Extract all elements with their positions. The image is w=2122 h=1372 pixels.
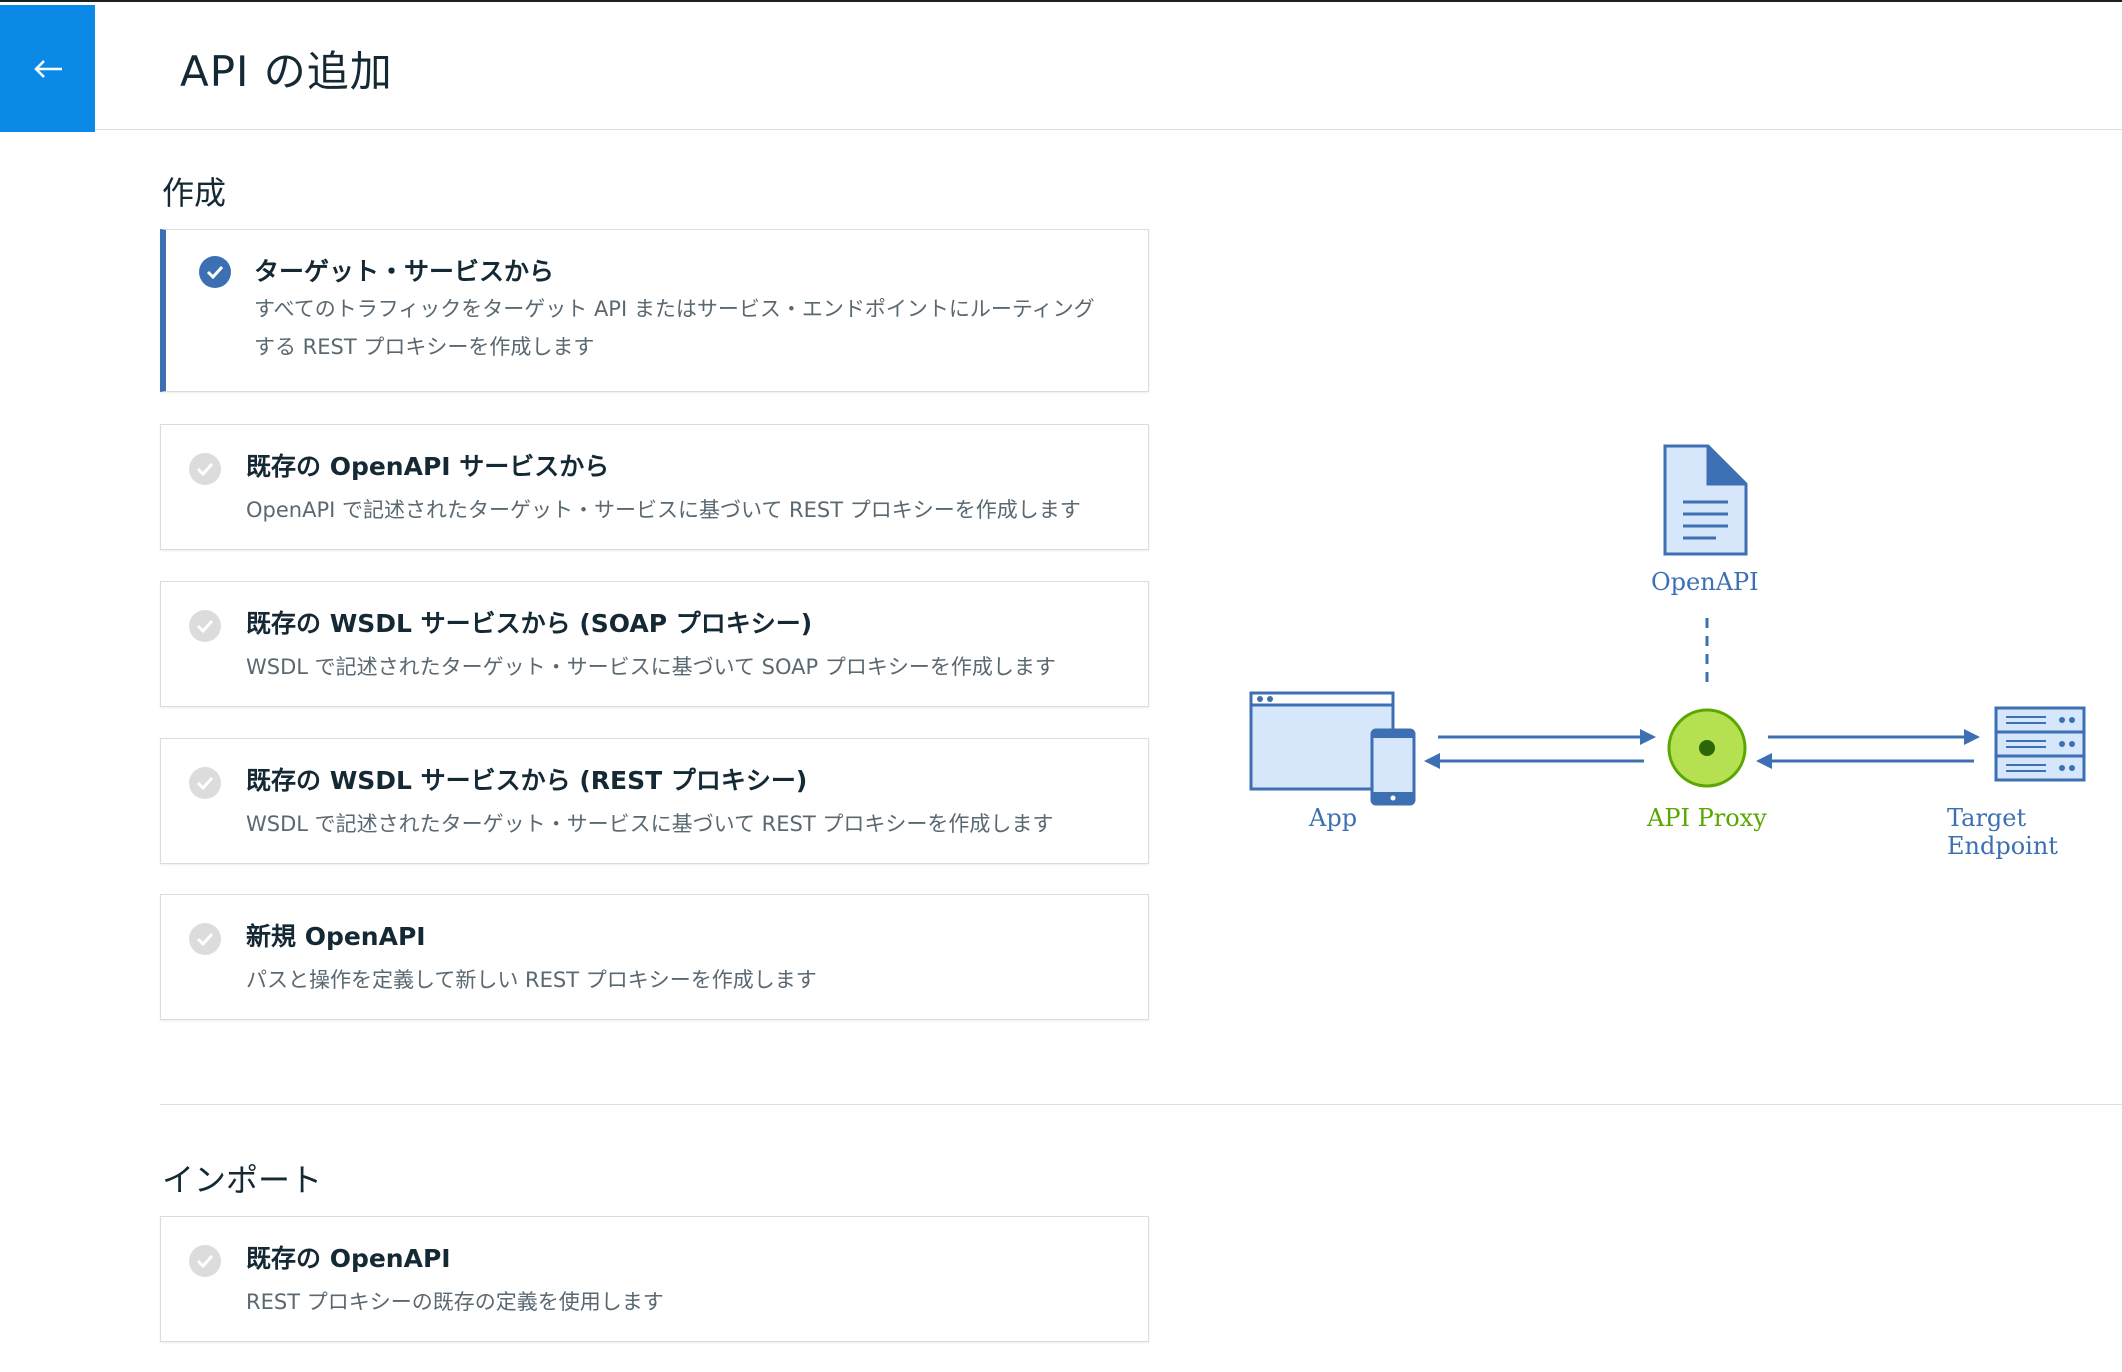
option-description: すべてのトラフィックをターゲット API またはサービス・エンドポイントにルーテ… (254, 297, 1095, 359)
checkmark-icon (189, 767, 221, 799)
option-card-target-service[interactable]: ターゲット・サービスから すべてのトラフィックをターゲット API またはサービ… (160, 229, 1149, 392)
checkmark-icon (189, 923, 221, 955)
document-icon (1663, 444, 1748, 556)
option-description: パスと操作を定義して新しい REST プロキシーを作成します (246, 968, 817, 992)
create-section-title: 作成 (162, 174, 227, 212)
target-endpoint-label: Target Endpoint (1947, 804, 2058, 860)
bidirectional-arrow (1756, 729, 1980, 769)
api-proxy-icon (1667, 708, 1747, 788)
bidirectional-arrow (1424, 729, 1656, 769)
server-icon (1994, 706, 2086, 782)
page-title: API の追加 (180, 47, 393, 96)
option-card-wsdl-rest[interactable]: 既存の WSDL サービスから (REST プロキシー) WSDL で記述された… (160, 738, 1149, 864)
arrow-left-icon (33, 59, 62, 78)
checkmark-icon (189, 453, 221, 485)
option-description: WSDL で記述されたターゲット・サービスに基づいて REST プロキシーを作成… (246, 812, 1054, 836)
option-card-new-openapi[interactable]: 新規 OpenAPI パスと操作を定義して新しい REST プロキシーを作成しま… (160, 894, 1149, 1020)
back-button[interactable] (0, 5, 95, 132)
mobile-phone-icon (1370, 728, 1416, 806)
import-section-title: インポート (162, 1161, 323, 1199)
page-header: API の追加 (0, 2, 2122, 132)
option-title: 既存の OpenAPI (246, 1244, 451, 1273)
checkmark-icon (189, 610, 221, 642)
option-title: ターゲット・サービスから (254, 257, 555, 286)
section-divider (160, 1104, 2122, 1105)
option-card-import-openapi[interactable]: 既存の OpenAPI REST プロキシーの既存の定義を使用します (160, 1216, 1149, 1342)
api-proxy-label: API Proxy (1647, 804, 1767, 832)
option-title: 既存の OpenAPI サービスから (246, 452, 610, 481)
checkmark-icon (199, 256, 231, 288)
option-title: 新規 OpenAPI (246, 922, 426, 951)
option-card-wsdl-soap[interactable]: 既存の WSDL サービスから (SOAP プロキシー) WSDL で記述された… (160, 581, 1149, 707)
proxy-diagram: OpenAPI App API Proxy Target Endpoint (1240, 430, 2122, 860)
openapi-label: OpenAPI (1651, 568, 1759, 596)
option-card-existing-openapi-service[interactable]: 既存の OpenAPI サービスから OpenAPI で記述されたターゲット・サ… (160, 424, 1149, 550)
option-title: 既存の WSDL サービスから (REST プロキシー) (246, 766, 808, 795)
checkmark-icon (189, 1245, 221, 1277)
option-description: WSDL で記述されたターゲット・サービスに基づいて SOAP プロキシーを作成… (246, 655, 1056, 679)
option-title: 既存の WSDL サービスから (SOAP プロキシー) (246, 609, 813, 638)
option-description: OpenAPI で記述されたターゲット・サービスに基づいて REST プロキシー… (246, 498, 1081, 522)
app-label: App (1309, 804, 1358, 832)
option-description: REST プロキシーの既存の定義を使用します (246, 1290, 664, 1314)
